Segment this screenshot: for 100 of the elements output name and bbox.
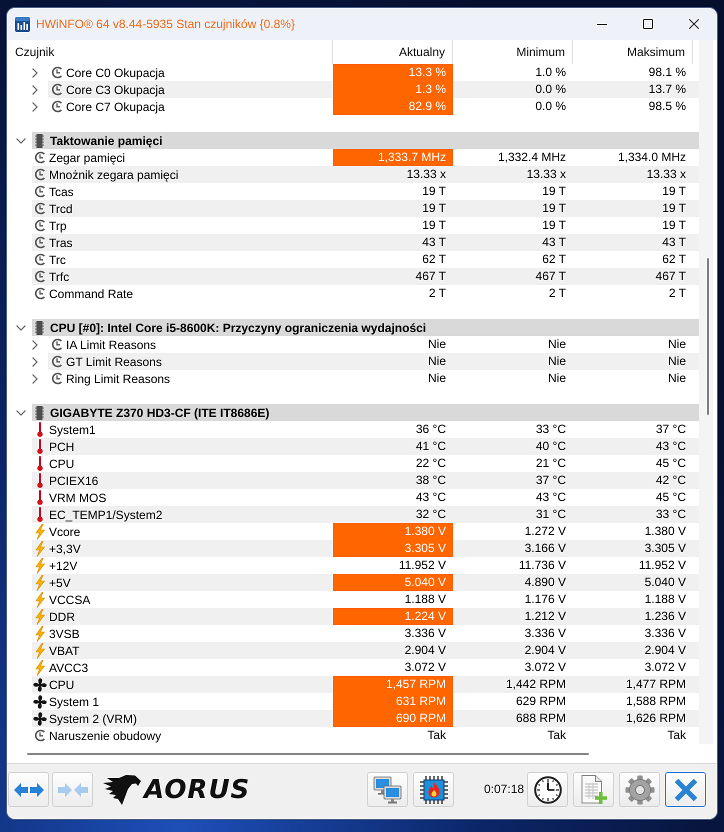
group-title: Taktowanie pamięci xyxy=(50,134,162,148)
lightning-icon xyxy=(35,574,45,590)
sensor-name: Core C3 Okupacja xyxy=(66,82,165,96)
maximum-value: 2 T xyxy=(668,285,687,302)
chip-flame-icon xyxy=(420,776,448,804)
minimum-value: 1,332.4 MHz xyxy=(496,149,567,166)
maximum-value: 19 T xyxy=(661,200,687,217)
group-title: GIGABYTE Z370 HD3-CF (ITE IT8686E) xyxy=(50,406,270,420)
current-value: Tak xyxy=(426,727,447,744)
scrollbar-thumb[interactable] xyxy=(27,752,589,754)
minimum-value: 33 °C xyxy=(534,421,567,438)
sensor-button[interactable] xyxy=(413,772,454,807)
sensor-row[interactable]: VBAT 2.904 V 2.904 V 2.904 V xyxy=(32,642,699,659)
maximum-value: 467 T xyxy=(654,268,687,285)
app-icon xyxy=(15,16,30,32)
sensor-name: +3,3V xyxy=(49,542,81,556)
sensor-name: Tcas xyxy=(49,184,74,198)
chevron-right-icon[interactable] xyxy=(32,374,38,384)
lightning-icon xyxy=(35,592,45,608)
close-icon xyxy=(689,19,699,29)
monitors-icon xyxy=(372,776,402,804)
sensor-row[interactable]: Tras 43 T 43 T 43 T xyxy=(32,234,699,251)
current-value: 1.380 V xyxy=(333,523,453,540)
minimum-value: 467 T xyxy=(534,268,567,285)
minimum-value: 31 °C xyxy=(534,506,567,523)
close-button[interactable] xyxy=(665,772,706,807)
chevron-down-icon[interactable] xyxy=(16,410,26,416)
vertical-scrollbar[interactable] xyxy=(699,40,713,744)
maximum-value: 1,626 RPM xyxy=(624,710,687,727)
maximum-value: 1,477 RPM xyxy=(624,676,687,693)
chevron-right-icon[interactable] xyxy=(32,102,38,112)
sensor-row[interactable]: System 2 (VRM) 690 RPM 688 RPM 1,626 RPM xyxy=(32,710,699,727)
sensor-row[interactable]: Trfc 467 T 467 T 467 T xyxy=(32,268,699,285)
chevron-right-icon[interactable] xyxy=(32,340,38,350)
scrollbar-thumb[interactable] xyxy=(707,258,709,415)
sensor-row[interactable]: Mnożnik zegara pamięci 13.33 x 13.33 x 13.33 x xyxy=(32,166,699,183)
chip-icon xyxy=(35,134,44,148)
sensor-name: Trfc xyxy=(49,270,70,284)
current-value: 11.952 V xyxy=(398,557,447,574)
sensor-row[interactable]: PCH 41 °C 40 °C 43 °C xyxy=(32,438,699,455)
report-button[interactable] xyxy=(573,772,614,807)
sensor-row[interactable]: Core C3 Okupacja 1.3 % 0.0 % 13.7 % xyxy=(48,81,699,98)
current-value: 467 T xyxy=(414,268,447,285)
sensor-name: Vcore xyxy=(49,524,80,538)
sensor-row[interactable]: PCIEX16 38 °C 37 °C 42 °C xyxy=(32,472,699,489)
clock-icon xyxy=(51,355,63,368)
network-button[interactable] xyxy=(367,772,408,807)
current-value: 5.040 V xyxy=(333,574,453,591)
sensor-row[interactable]: +3,3V 3.305 V 3.166 V 3.305 V xyxy=(32,540,699,557)
maximum-value: 5.040 V xyxy=(644,574,687,591)
sensor-name: Tras xyxy=(49,236,73,250)
clock-icon xyxy=(34,287,46,300)
arrows-inward-icon xyxy=(58,782,88,798)
clock-button[interactable] xyxy=(527,772,568,807)
current-value: 13.33 x xyxy=(406,166,447,183)
minimum-value: 3.072 V xyxy=(524,659,567,676)
maximum-value: Nie xyxy=(666,353,687,370)
chevron-right-icon[interactable] xyxy=(32,68,38,78)
chevron-down-icon[interactable] xyxy=(16,324,26,330)
chip-icon xyxy=(35,406,44,420)
chevron-right-icon[interactable] xyxy=(32,84,38,94)
current-value: 2 T xyxy=(428,285,447,302)
settings-icon xyxy=(624,774,655,804)
chevron-down-icon[interactable] xyxy=(16,138,26,144)
lightning-icon xyxy=(35,626,45,642)
maximum-value: 13.7 % xyxy=(648,81,687,98)
sensor-row[interactable]: EC_TEMP1/System2 32 °C 31 °C 33 °C xyxy=(32,506,699,523)
sensor-name: System 2 (VRM) xyxy=(49,712,138,726)
sensor-row[interactable]: +5V 5.040 V 4.890 V 5.040 V xyxy=(32,574,699,591)
current-value: 22 °C xyxy=(414,455,447,472)
sensor-name: Command Rate xyxy=(49,286,134,300)
group-header[interactable]: GIGABYTE Z370 HD3-CF (ITE IT8686E) xyxy=(32,404,699,421)
expand-button[interactable] xyxy=(8,772,49,807)
sensor-row[interactable]: DDR 1.224 V 1.212 V 1.236 V xyxy=(32,608,699,625)
sensor-row[interactable]: GT Limit Reasons Nie Nie Nie xyxy=(48,353,699,370)
minimum-value: 43 T xyxy=(541,234,567,251)
minimum-value: 62 T xyxy=(541,251,567,268)
minimum-value: 1.176 V xyxy=(524,591,567,608)
clock-icon xyxy=(34,202,46,215)
sensor-name: IA Limit Reasons xyxy=(66,338,156,352)
clock-icon xyxy=(34,729,46,742)
fan-icon xyxy=(33,712,47,726)
sensor-name: VCCSA xyxy=(49,592,90,606)
minimum-value: 0.0 % xyxy=(534,98,567,115)
chevron-right-icon[interactable] xyxy=(32,356,38,366)
maximum-value: 43 °C xyxy=(654,438,687,455)
thermometer-icon xyxy=(37,439,43,454)
group-header[interactable]: Taktowanie pamięci xyxy=(32,132,699,149)
maximum-value: 13.33 x xyxy=(646,166,687,183)
group-title: CPU [#0]: Intel Core i5-8600K: Przyczyny ograniczenia wydajności xyxy=(50,320,426,334)
minimum-value: 21 °C xyxy=(534,455,567,472)
analog-clock-icon xyxy=(534,776,562,804)
current-value: 1.224 V xyxy=(333,608,453,625)
settings-button[interactable] xyxy=(619,772,660,807)
group-header[interactable]: CPU [#0]: Intel Core i5-8600K: Przyczyny ograniczenia wydajności xyxy=(32,319,699,336)
current-value: 82.9 % xyxy=(333,98,453,115)
sensor-row[interactable]: CPU 1,457 RPM 1,442 RPM 1,477 RPM xyxy=(32,676,699,693)
clock-icon xyxy=(51,66,63,79)
sensor-row[interactable]: Trcd 19 T 19 T 19 T xyxy=(32,200,699,217)
current-value: 3.305 V xyxy=(333,540,453,557)
